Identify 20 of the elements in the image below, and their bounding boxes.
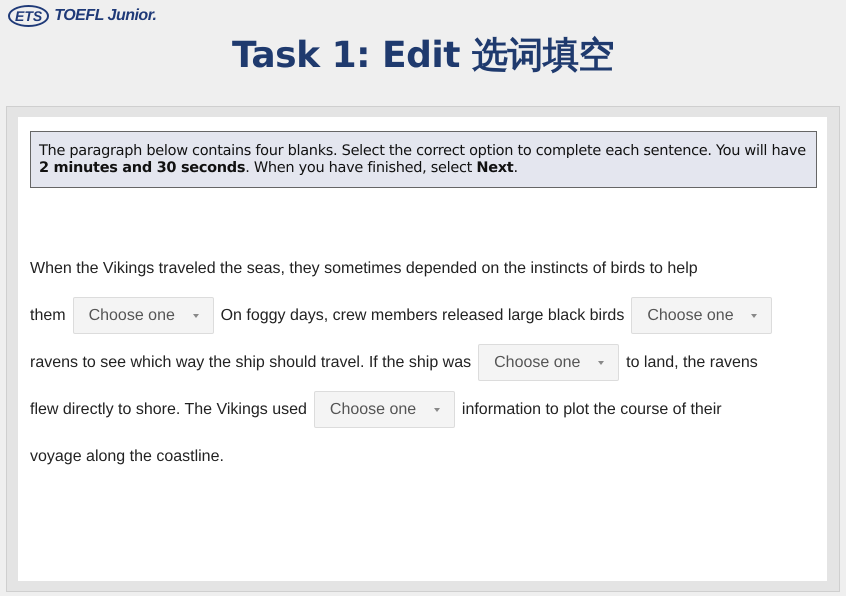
passage-text: voyage along the coastline. bbox=[30, 448, 224, 466]
passage-text: ravens to see which way the ship should travel. If the ship was bbox=[30, 354, 472, 372]
passage-text: On foggy days, crew members released large black birds bbox=[220, 306, 624, 324]
caret-icon bbox=[751, 314, 758, 318]
page-title: Task 1: Edit 选词填空 bbox=[232, 34, 614, 78]
caret-icon bbox=[598, 360, 604, 364]
passage-text: them bbox=[30, 306, 66, 324]
caret-icon bbox=[192, 314, 199, 318]
choice-dropdown[interactable]: Choose one bbox=[314, 391, 455, 428]
choice-dropdown[interactable]: Choose one bbox=[478, 344, 620, 381]
caret-icon bbox=[434, 408, 440, 412]
choice-dropdown[interactable]: Choose one bbox=[631, 297, 772, 334]
passage-text: flew directly to shore. The Vikings used bbox=[30, 400, 307, 418]
instructions: The paragraph below contains four blanks. Select the correct option to complete each sentence. You will have 2 minutes and 30 seconds. When you have finished, select Next. bbox=[30, 131, 817, 188]
passage-text: to land, the ravens bbox=[626, 354, 758, 372]
passage-text: information to plot the course of their bbox=[462, 400, 722, 418]
passage-text: When the Vikings traveled the seas, they sometimes depended on the instincts of birds to help bbox=[30, 260, 698, 278]
choice-dropdown[interactable]: Choose one bbox=[72, 297, 214, 334]
logo-text: TOEFL Junior. bbox=[54, 7, 156, 25]
logo-mark: ETS bbox=[8, 5, 50, 27]
